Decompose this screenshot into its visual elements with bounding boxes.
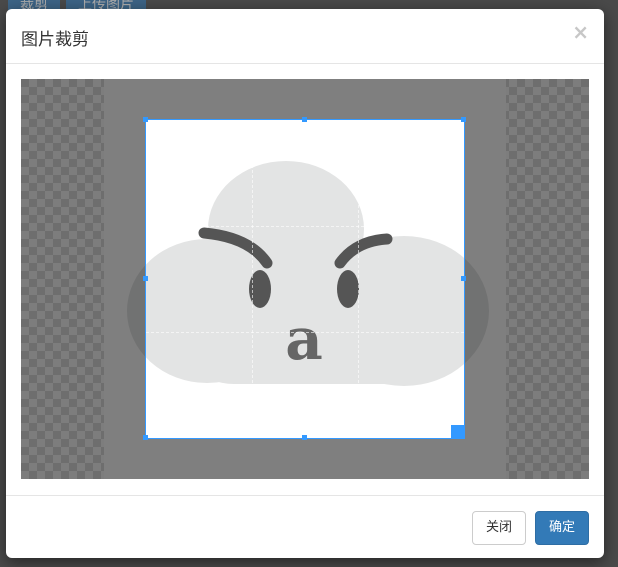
resize-handle-top-right[interactable] (461, 117, 466, 122)
crop-mask-left (104, 119, 145, 439)
resize-handle-icon[interactable] (451, 425, 465, 439)
dialog-header: 图片裁剪 × (6, 9, 604, 64)
dialog-footer: 关闭 确定 (6, 495, 604, 558)
crop-guide-line (357, 120, 359, 438)
resize-handle-top[interactable] (302, 117, 307, 122)
confirm-button[interactable]: 确定 (535, 511, 589, 545)
crop-mask-right (465, 119, 506, 439)
resize-handle-bottom-left[interactable] (143, 435, 148, 440)
crop-guide-line (146, 225, 464, 227)
close-icon[interactable]: × (572, 22, 589, 42)
close-button[interactable]: 关闭 (472, 511, 526, 545)
resize-handle-top-left[interactable] (143, 117, 148, 122)
resize-handle-right[interactable] (461, 276, 466, 281)
crop-mask-top (104, 79, 506, 119)
crop-mask-bottom (104, 439, 506, 479)
crop-selection-box[interactable] (143, 117, 466, 440)
resize-handle-left[interactable] (143, 276, 148, 281)
dialog-title: 图片裁剪 (21, 30, 89, 50)
resize-handle-bottom[interactable] (302, 435, 307, 440)
dialog-body: a (6, 64, 604, 495)
crop-guide-line (251, 120, 253, 438)
crop-guide-line (146, 331, 464, 333)
cropper-canvas[interactable]: a (21, 79, 589, 479)
crop-dialog: 图片裁剪 × a 关闭 确定 (6, 9, 604, 558)
